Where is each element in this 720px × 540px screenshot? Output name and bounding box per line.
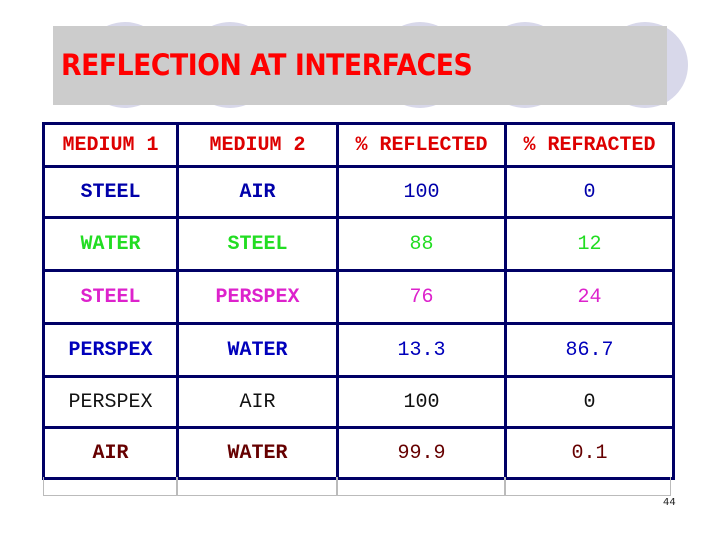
table-row: PERSPEX AIR 100 0 [42,375,675,429]
empty-cell [337,477,505,496]
cell-reflected: 88 [336,216,507,272]
header-medium-1: MEDIUM 1 [42,122,179,168]
page-number: 44 [663,497,676,508]
cell-medium-1: PERSPEX [42,375,179,429]
cell-medium-2: STEEL [176,216,339,272]
cell-medium-2: WATER [176,426,339,480]
cell-medium-1: STEEL [42,269,179,325]
cell-refracted: 0 [504,165,675,219]
cell-medium-1: STEEL [42,165,179,219]
header-reflected: % REFLECTED [336,122,507,168]
slide-title: REFLECTION AT INTERFACES [61,48,473,82]
cell-reflected: 100 [336,375,507,429]
reflection-table: MEDIUM 1 MEDIUM 2 % REFLECTED % REFRACTE… [42,122,675,480]
empty-cell [177,477,337,496]
cell-reflected: 99.9 [336,426,507,480]
header-medium-2: MEDIUM 2 [176,122,339,168]
table-header-row: MEDIUM 1 MEDIUM 2 % REFLECTED % REFRACTE… [42,122,675,168]
cell-medium-1: AIR [42,426,179,480]
header-refracted: % REFRACTED [504,122,675,168]
table-row: WATER STEEL 88 12 [42,216,675,272]
cell-medium-2: WATER [176,322,339,378]
cell-reflected: 13.3 [336,322,507,378]
cell-medium-1: WATER [42,216,179,272]
table-row: AIR WATER 99.9 0.1 [42,426,675,480]
table-row: STEEL PERSPEX 76 24 [42,269,675,325]
empty-cell [43,477,177,496]
cell-medium-2: AIR [176,165,339,219]
empty-table-row [43,477,671,496]
cell-refracted: 86.7 [504,322,675,378]
cell-medium-1: PERSPEX [42,322,179,378]
cell-reflected: 76 [336,269,507,325]
empty-cell [505,477,671,496]
cell-refracted: 12 [504,216,675,272]
cell-medium-2: AIR [176,375,339,429]
cell-refracted: 24 [504,269,675,325]
table-row: PERSPEX WATER 13.3 86.7 [42,322,675,378]
cell-refracted: 0 [504,375,675,429]
cell-refracted: 0.1 [504,426,675,480]
table-row: STEEL AIR 100 0 [42,165,675,219]
cell-reflected: 100 [336,165,507,219]
title-banner: REFLECTION AT INTERFACES [53,26,667,105]
cell-medium-2: PERSPEX [176,269,339,325]
